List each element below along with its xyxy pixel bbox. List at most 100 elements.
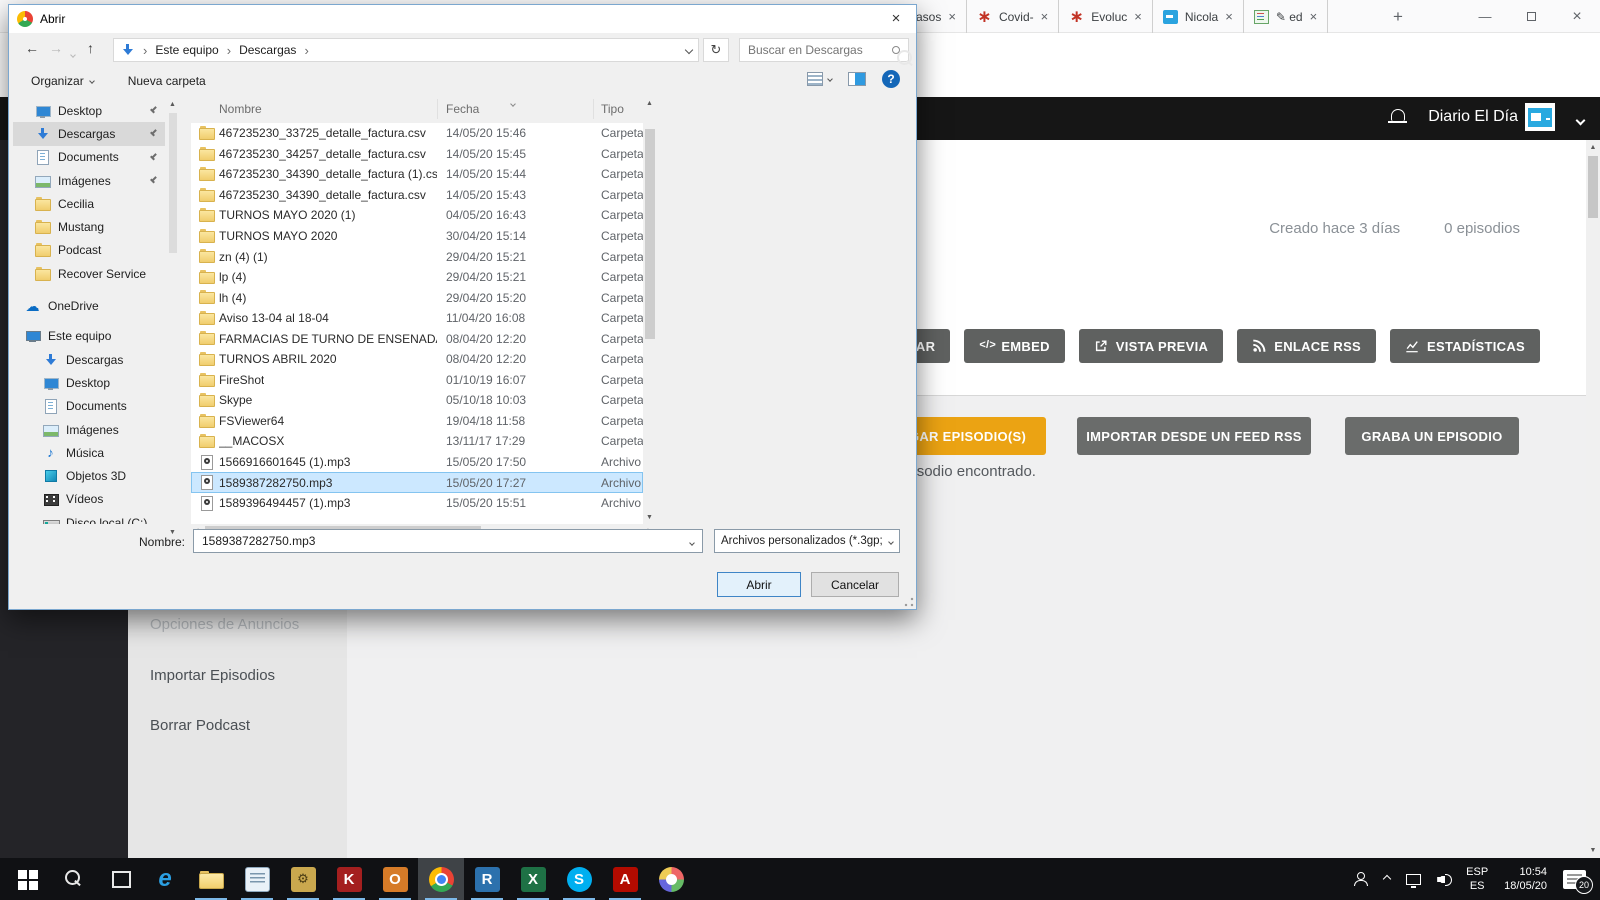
scroll-up-icon[interactable]: ▲ (646, 100, 653, 107)
site-account-name[interactable]: Diario El Día (1428, 108, 1518, 126)
action-button[interactable]: </> ESTADÍSTICAS (1390, 329, 1540, 363)
action-button[interactable]: </> VISTA PREVIA (1079, 329, 1223, 363)
tab-close-icon[interactable]: × (1310, 9, 1318, 24)
taskbar-button[interactable] (96, 858, 142, 900)
tab-close-icon[interactable]: × (1041, 9, 1049, 24)
volume-icon[interactable] (1437, 873, 1450, 885)
file-row[interactable]: FSViewer64 19/04/18 11:58 Carpeta (191, 411, 643, 432)
history-chevron-icon[interactable] (71, 44, 75, 60)
taskbar-button[interactable]: S (556, 858, 602, 900)
minimize-button[interactable]: — (1462, 0, 1508, 33)
page-scrollbar[interactable]: ▲ ▼ (1586, 140, 1600, 858)
sidebar-folder-item[interactable]: Descargas (13, 122, 165, 145)
file-row[interactable]: 467235230_34390_detalle_factura.csv 14/0… (191, 185, 643, 206)
file-row[interactable]: FireShot 01/10/19 16:07 Carpeta (191, 370, 643, 391)
taskbar-button[interactable] (50, 858, 96, 900)
breadcrumb[interactable]: › Este equipo › Descargas › (113, 38, 699, 62)
clock[interactable]: 10:54 18/05/20 (1504, 865, 1547, 893)
scroll-up-icon[interactable]: ▲ (169, 101, 176, 108)
taskbar-button[interactable]: e (142, 858, 188, 900)
file-row[interactable]: Skype 05/10/18 10:03 Carpeta (191, 390, 643, 411)
browser-tab[interactable]: ∗ Evoluc × (1059, 0, 1153, 33)
breadcrumb-root[interactable]: Este equipo (155, 43, 218, 57)
column-type[interactable]: Tipo (601, 102, 624, 116)
taskbar-button[interactable] (234, 858, 280, 900)
taskbar-button[interactable]: A (602, 858, 648, 900)
network-icon[interactable] (1406, 874, 1421, 885)
sidebar-folder-item[interactable]: Recover Service (13, 262, 165, 285)
taskbar-button[interactable] (188, 858, 234, 900)
cancel-button[interactable]: Cancelar (811, 572, 899, 597)
sidebar-folder-item[interactable]: Desktop (13, 371, 165, 394)
browser-tab[interactable]: ∗ Covid- × (967, 0, 1059, 33)
breadcrumb-current[interactable]: Descargas (239, 43, 296, 57)
menu-item-ad-options[interactable]: Opciones de Anuncios (150, 616, 299, 633)
menu-item-delete-podcast[interactable]: Borrar Podcast (150, 717, 250, 734)
file-row[interactable]: TURNOS ABRIL 2020 08/04/20 12:20 Carpeta (191, 349, 643, 370)
resize-grip[interactable] (904, 597, 914, 607)
tab-close-icon[interactable]: × (1225, 9, 1233, 24)
sidebar-scrollbar[interactable]: ▲ (167, 99, 179, 524)
close-window-button[interactable]: × (1554, 0, 1600, 33)
address-dropdown-icon[interactable] (685, 46, 693, 54)
taskbar-button[interactable]: X (510, 858, 556, 900)
sidebar-folder-item[interactable]: Desktop (13, 99, 165, 122)
file-list-scrollbar[interactable]: ▲ ▼ (643, 97, 657, 524)
sidebar-folder-item[interactable]: Podcast (13, 239, 165, 262)
sidebar-root-item[interactable]: OneDrive (13, 294, 165, 317)
search-box[interactable]: Buscar en Descargas (739, 38, 909, 62)
new-tab-button[interactable]: + (1383, 0, 1413, 33)
file-row[interactable]: lp (4) 29/04/20 15:21 Carpeta (191, 267, 643, 288)
file-row[interactable]: Aviso 13-04 al 18-04 11/04/20 16:08 Carp… (191, 308, 643, 329)
action-button[interactable]: </> EMBED (964, 329, 1064, 363)
up-button[interactable]: ↑ (87, 40, 94, 56)
notifications-bell-icon[interactable] (1391, 109, 1405, 121)
record-episode-button[interactable]: GRABA UN EPISODIO (1345, 417, 1519, 455)
file-row[interactable]: TURNOS MAYO 2020 (1) 04/05/20 16:43 Carp… (191, 205, 643, 226)
taskbar-button[interactable]: ⚙ (280, 858, 326, 900)
filename-input[interactable]: 1589387282750.mp3 (193, 529, 703, 553)
sidebar-folder-item[interactable]: Imágenes (13, 169, 165, 192)
taskbar-button[interactable] (418, 858, 464, 900)
file-row[interactable]: TURNOS MAYO 2020 30/04/20 15:14 Carpeta (191, 226, 643, 247)
action-button[interactable]: </> ENLACE RSS (1237, 329, 1376, 363)
view-options-button[interactable] (807, 72, 832, 86)
sidebar-folder-item[interactable]: Disco local (C:) (13, 511, 165, 524)
file-row[interactable]: 467235230_34390_detalle_factura (1).csv … (191, 164, 643, 185)
taskbar-button[interactable]: O (372, 858, 418, 900)
sidebar-folder-item[interactable]: Objetos 3D (13, 464, 165, 487)
refresh-button[interactable]: ↻ (703, 38, 729, 62)
open-button[interactable]: Abrir (717, 572, 801, 597)
sidebar-folder-item[interactable]: Documents (13, 146, 165, 169)
people-icon[interactable] (1352, 872, 1368, 886)
file-row[interactable]: lh (4) 29/04/20 15:20 Carpeta (191, 287, 643, 308)
taskbar-button[interactable]: R (464, 858, 510, 900)
file-type-dropdown[interactable]: Archivos personalizados (*.3gp; (714, 529, 900, 553)
account-chevron-down-icon[interactable] (1577, 113, 1584, 127)
new-folder-button[interactable]: Nueva carpeta (128, 74, 206, 88)
scroll-up-icon[interactable]: ▲ (1590, 144, 1597, 151)
dialog-title-bar[interactable]: Abrir × (9, 5, 916, 33)
file-row[interactable]: 1566916601645 (1).mp3 15/05/20 17:50 Arc… (191, 452, 643, 473)
organize-menu[interactable]: Organizar (31, 74, 94, 88)
sidebar-root-item[interactable]: Este equipo (13, 325, 165, 348)
sidebar-folder-item[interactable]: Imágenes (13, 418, 165, 441)
taskbar-button[interactable] (4, 858, 50, 900)
file-row[interactable]: 467235230_33725_detalle_factura.csv 14/0… (191, 123, 643, 144)
restore-button[interactable] (1508, 0, 1554, 33)
file-row[interactable]: 467235230_34257_detalle_factura.csv 14/0… (191, 144, 643, 165)
dialog-close-icon[interactable]: × (882, 7, 910, 29)
sidebar-folder-item[interactable]: Vídeos (13, 488, 165, 511)
sidebar-folder-item[interactable]: Documents (13, 395, 165, 418)
back-button[interactable]: ← (25, 40, 39, 56)
file-row[interactable]: FARMACIAS DE TURNO DE ENSENADA... 08/04/… (191, 328, 643, 349)
file-row[interactable]: zn (4) (1) 29/04/20 15:21 Carpeta (191, 246, 643, 267)
sidebar-folder-item[interactable]: Descargas (13, 348, 165, 371)
site-logo[interactable] (1525, 103, 1555, 131)
notification-center-icon[interactable]: 20 (1563, 870, 1586, 889)
file-row[interactable]: 1589396494457 (1).mp3 15/05/20 15:51 Arc… (191, 493, 643, 514)
sidebar-folder-item[interactable]: Música (13, 441, 165, 464)
file-row[interactable]: 1589387282750.mp3 15/05/20 17:27 Archivo (191, 472, 643, 493)
import-rss-button[interactable]: IMPORTAR DESDE UN FEED RSS (1077, 417, 1311, 455)
browser-tab[interactable]: Nicola × (1153, 0, 1244, 33)
